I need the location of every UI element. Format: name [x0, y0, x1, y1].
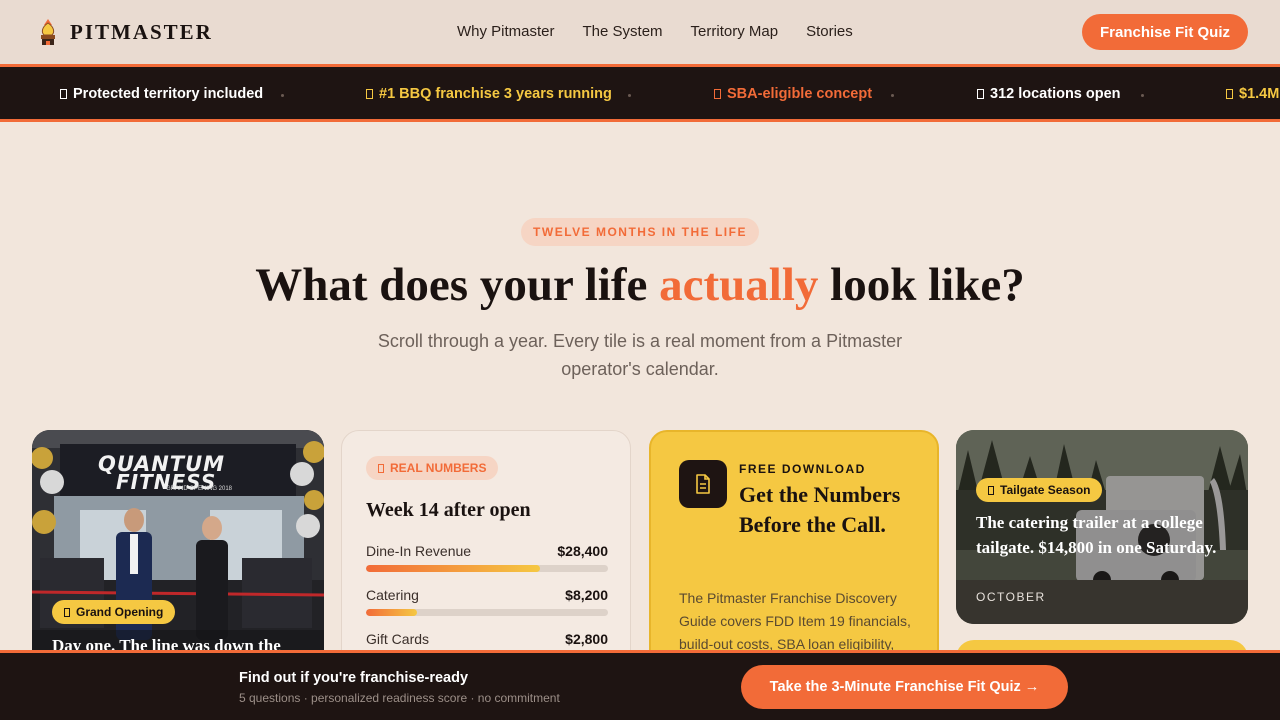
pitmaster-logo-icon [41, 19, 55, 45]
nav-territory-map[interactable]: Territory Map [691, 23, 779, 40]
check-icon [60, 89, 67, 99]
revenue-row: Gift Cards $2,800 [366, 631, 608, 660]
progress-fill [366, 609, 417, 616]
ticker-separator [1141, 94, 1144, 97]
card-month: OCTOBER [976, 590, 1046, 604]
ticker-label: Protected territory included [73, 86, 264, 102]
row-label: Dine-In Revenue [366, 543, 472, 559]
ticker-item: 312 locations open [977, 86, 1121, 102]
card-caption: The catering trailer at a college tailga… [976, 513, 1217, 557]
headline-part: What does your life [255, 259, 660, 311]
main-nav: Why Pitmaster The System Territory Map S… [457, 23, 853, 40]
sign-text: GRAND OPENING 2018 [166, 486, 233, 492]
real-numbers-card[interactable]: REAL NUMBERS Week 14 after open Dine-In … [341, 430, 631, 670]
headline-part: look like? [818, 259, 1025, 311]
progress-bar [366, 609, 608, 616]
row-value: $8,200 [565, 587, 608, 603]
grand-opening-card[interactable]: QUANTUM FITNESS GRAND OPENING 2018 Grand… [32, 430, 324, 670]
row-label: Catering [366, 587, 419, 603]
ticker-item: #1 BBQ franchise 3 years running [366, 86, 612, 102]
nav-stories[interactable]: Stories [806, 23, 853, 40]
section-subhead: Scroll through a year. Every tile is a r… [377, 331, 903, 379]
tag-badge: REAL NUMBERS [366, 456, 499, 480]
logo[interactable]: PITMASTER [38, 18, 213, 46]
card-body: The Pitmaster Franchise Discovery Guide … [679, 590, 911, 652]
card-title: Get the Numbers Before the Call. [739, 482, 901, 537]
row-value: $28,400 [557, 543, 608, 559]
ticker-item: Protected territory included [60, 86, 263, 102]
tag-label: Tailgate Season [1000, 483, 1091, 497]
trust-ticker: Protected territory included #1 BBQ fran… [0, 64, 1280, 122]
tag-label: REAL NUMBERS [390, 461, 487, 475]
row-value: $2,800 [565, 631, 608, 647]
ticker-separator [281, 94, 284, 97]
ticker-item: SBA-eligible concept [714, 86, 872, 102]
tag-badge: Tailgate Season [976, 478, 1103, 502]
site-header: PITMASTER Why Pitmaster The System Terri… [0, 0, 1280, 64]
nav-why-pitmaster[interactable]: Why Pitmaster [457, 23, 555, 40]
progress-bar [366, 565, 608, 572]
flag-icon [64, 607, 70, 617]
football-icon [988, 485, 994, 495]
bar-title: Find out if you're franchise-ready [239, 670, 469, 686]
free-download-card[interactable]: FREE DOWNLOAD Get the Numbers Before the… [649, 430, 939, 670]
ticker-label: 312 locations open [990, 86, 1121, 102]
tailgate-card[interactable]: Tailgate Season The catering trailer at … [956, 430, 1248, 624]
section-eyebrow: TWELVE MONTHS IN THE LIFE [521, 218, 759, 246]
tag-badge: Grand Opening [52, 600, 176, 624]
ticker-item: $1.4M [1226, 86, 1279, 102]
ticker-separator [628, 94, 631, 97]
document-icon [679, 460, 727, 508]
ticker-label: SBA-eligible concept [727, 86, 873, 102]
sticky-quiz-bar: Find out if you're franchise-ready 5 que… [0, 650, 1280, 720]
chart-icon [378, 463, 384, 473]
money-icon [1226, 89, 1233, 99]
bank-icon [714, 89, 721, 99]
bar-subtitle: 5 questions · personalized readiness sco… [239, 691, 560, 705]
nav-the-system[interactable]: The System [583, 23, 663, 40]
ticker-label: #1 BBQ franchise 3 years running [379, 86, 612, 102]
card-eyebrow: FREE DOWNLOAD [739, 462, 866, 476]
ticker-label: $1.4M [1239, 86, 1280, 102]
revenue-row: Dine-In Revenue $28,400 [366, 543, 608, 572]
location-icon [977, 89, 984, 99]
trophy-icon [366, 89, 373, 99]
brand-name: PITMASTER [70, 19, 213, 44]
ticker-separator [891, 94, 894, 97]
revenue-row: Catering $8,200 [366, 587, 608, 616]
take-quiz-button[interactable]: Take the 3-Minute Franchise Fit Quiz → [741, 665, 1068, 709]
headline-accent: actually [659, 259, 819, 311]
page-title: What does your life actually look like? [0, 258, 1280, 312]
tag-label: Grand Opening [76, 605, 164, 619]
row-label: Gift Cards [366, 631, 430, 647]
franchise-fit-quiz-button[interactable]: Franchise Fit Quiz [1082, 14, 1248, 50]
card-title: Week 14 after open [366, 499, 531, 521]
progress-fill [366, 565, 541, 572]
